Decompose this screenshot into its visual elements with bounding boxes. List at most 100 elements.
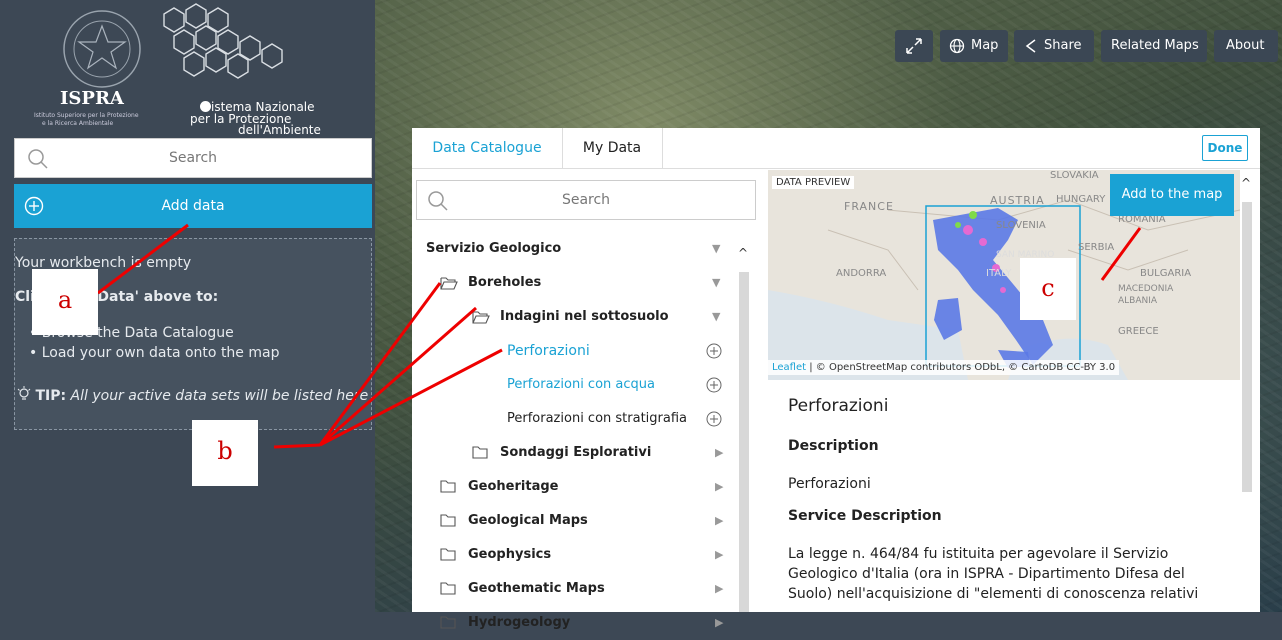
map-label-slovenia: SLOVENIA	[996, 220, 1046, 231]
related-maps-button[interactable]: Related Maps	[1101, 30, 1207, 62]
annotation-label-c: c	[1020, 258, 1076, 320]
add-circle-icon[interactable]	[706, 343, 722, 359]
tree-item-label: Boreholes	[468, 275, 542, 290]
tree-item-sondaggi[interactable]: Sondaggi Esplorativi ▶	[412, 436, 732, 470]
fullscreen-button[interactable]	[895, 30, 933, 62]
tree-item-geophysics[interactable]: Geophysics ▶	[412, 538, 732, 572]
tab-data-catalogue[interactable]: Data Catalogue	[412, 128, 563, 168]
tip-text: All your active data sets will be listed…	[70, 388, 369, 404]
ispra-logo-subtitle-2: e la Ricerca Ambientale	[42, 120, 114, 127]
service-description-text: La legge n. 464/84 fu istituita per agev…	[788, 546, 1199, 602]
tree-item-geothematic-maps[interactable]: Geothematic Maps ▶	[412, 572, 732, 606]
tree-item-perforazioni[interactable]: Perforazioni	[412, 334, 732, 368]
tree-item-hydrogeology[interactable]: Hydrogeology ▶	[412, 606, 732, 630]
tree-item-label: Geophysics	[468, 547, 552, 562]
tree-item-geological-maps[interactable]: Geological Maps ▶	[412, 504, 732, 538]
folder-icon	[440, 480, 456, 493]
folder-open-icon	[440, 277, 458, 290]
map-settings-button[interactable]: Map	[940, 30, 1008, 62]
preview-scrollbar[interactable]: ^	[1240, 176, 1254, 612]
map-label-italy: ITALY	[986, 268, 1012, 279]
data-preview-label: DATA PREVIEW	[772, 176, 855, 189]
tree-item-servizio-geologico[interactable]: Servizio Geologico ▼	[412, 232, 732, 266]
scrollbar-thumb[interactable]	[739, 272, 749, 612]
chevron-down-icon: ▼	[712, 310, 721, 323]
data-preview-panel: FRANCE AUSTRIA HUNGARY SLOVAKIA SLOVENIA…	[768, 170, 1260, 612]
tree-item-perforazioni-stratigrafia[interactable]: Perforazioni con stratigrafia	[412, 402, 732, 436]
map-label-greece: GREECE	[1118, 326, 1159, 337]
tab-my-data[interactable]: My Data	[562, 128, 663, 168]
dataset-title: Perforazioni	[788, 396, 889, 416]
lightbulb-icon	[17, 386, 31, 400]
tree-item-label: Indagini nel sottosuolo	[500, 309, 669, 324]
tree-item-label: Geological Maps	[468, 513, 588, 528]
attribution-text: | © OpenStreetMap contributors ODbL, © C…	[806, 362, 1116, 373]
tree-item-label: Perforazioni	[507, 343, 590, 359]
tree-item-label: Geothematic Maps	[468, 581, 605, 596]
globe-icon	[949, 38, 965, 54]
tree-item-indagini[interactable]: Indagini nel sottosuolo ▼	[412, 300, 732, 334]
add-to-map-button[interactable]: Add to the map	[1110, 174, 1234, 216]
chevron-right-icon: ▶	[715, 446, 724, 459]
catalogue-scrollbar[interactable]: ^	[737, 246, 751, 612]
ispra-logo-title: ISPRA	[60, 88, 124, 109]
tip-label: TIP:	[35, 388, 67, 404]
folder-icon	[440, 616, 456, 629]
map-button-label: Map	[971, 38, 999, 53]
done-button[interactable]: Done	[1202, 135, 1248, 161]
scrollbar-thumb[interactable]	[1242, 202, 1252, 492]
preview-map[interactable]: FRANCE AUSTRIA HUNGARY SLOVAKIA SLOVENIA…	[768, 170, 1240, 380]
tree-item-boreholes[interactable]: Boreholes ▼	[412, 266, 732, 300]
annotation-label-a: a	[32, 269, 98, 335]
description-heading: Description	[788, 438, 879, 454]
map-label-hungary: HUNGARY	[1056, 194, 1106, 205]
map-attribution: Leaflet | © OpenStreetMap contributors O…	[768, 360, 1120, 375]
tree-item-label: Perforazioni con stratigrafia	[507, 411, 688, 426]
share-button-label: Share	[1044, 38, 1082, 53]
tree-item-label: Perforazioni con acqua	[507, 377, 655, 392]
annotation-label-b: b	[192, 420, 258, 486]
chevron-right-icon: ▶	[715, 582, 724, 595]
chevron-right-icon: ▶	[715, 514, 724, 527]
related-maps-label: Related Maps	[1111, 38, 1199, 53]
catalogue-search-input[interactable]: Search	[416, 180, 756, 220]
workbench-item-load: • Load your own data onto the map	[29, 345, 280, 361]
map-label-serbia: SERBIA	[1078, 242, 1115, 253]
leaflet-link[interactable]: Leaflet	[772, 362, 806, 373]
map-label-albania: ALBANIA	[1118, 296, 1158, 306]
chevron-down-icon: ▼	[712, 276, 721, 289]
chevron-up-icon[interactable]: ^	[1241, 176, 1251, 190]
add-data-button[interactable]: Add data	[14, 184, 372, 228]
workbench-search-input[interactable]: Search	[14, 138, 372, 178]
data-catalogue-dialog: Data Catalogue My Data Done Search Servi…	[412, 128, 1260, 630]
add-circle-icon[interactable]	[706, 377, 722, 393]
share-icon	[1025, 39, 1036, 53]
catalogue-search-placeholder: Search	[561, 192, 611, 208]
ispra-emblem-icon	[63, 10, 141, 88]
search-placeholder: Search	[168, 150, 218, 166]
add-circle-icon[interactable]	[706, 411, 722, 427]
map-label-bulgaria: BULGARIA	[1140, 268, 1192, 279]
map-label-andorra: ANDORRA	[836, 268, 887, 279]
folder-open-icon	[472, 311, 490, 324]
map-label-france: FRANCE	[844, 200, 894, 213]
about-label: About	[1226, 38, 1265, 53]
map-label-macedonia: MACEDONIA	[1118, 284, 1174, 294]
chevron-right-icon: ▶	[715, 480, 724, 493]
tree-item-label: Sondaggi Esplorativi	[500, 445, 652, 460]
chevron-up-icon[interactable]: ^	[738, 246, 748, 260]
add-data-label: Add data	[161, 198, 225, 214]
chevron-right-icon: ▶	[715, 616, 724, 629]
tree-item-perforazioni-acqua[interactable]: Perforazioni con acqua	[412, 368, 732, 402]
about-button[interactable]: About	[1214, 30, 1278, 62]
folder-icon	[440, 582, 456, 595]
chevron-down-icon: ▼	[712, 242, 721, 255]
tree-item-geoheritage[interactable]: Geoheritage ▶	[412, 470, 732, 504]
description-text: Perforazioni	[788, 476, 871, 492]
catalogue-tree: Servizio Geologico ▼ Boreholes ▼ Indagin…	[412, 232, 762, 630]
map-label-slovakia: SLOVAKIA	[1050, 170, 1099, 181]
folder-icon	[440, 548, 456, 561]
folder-icon	[440, 514, 456, 527]
snpa-logo-line-3: dell'Ambiente	[238, 123, 321, 137]
share-button[interactable]: Share	[1014, 30, 1094, 62]
